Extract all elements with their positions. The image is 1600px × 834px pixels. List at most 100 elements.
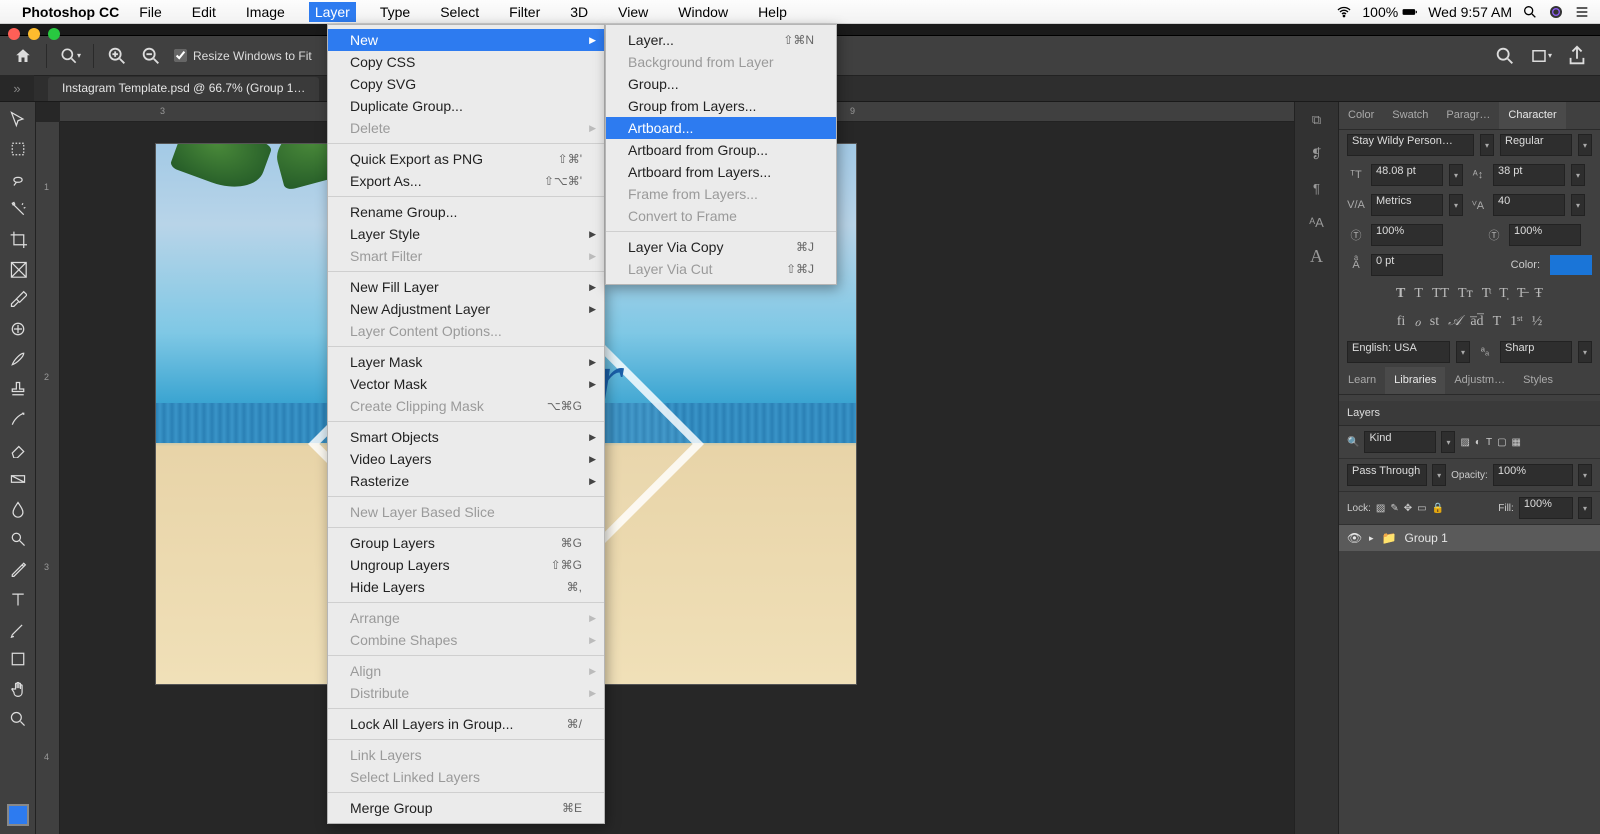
menu-item-layer-style[interactable]: Layer Style xyxy=(328,223,604,245)
menu-item-artboard-from-layers-[interactable]: Artboard from Layers... xyxy=(606,161,836,183)
zoom-tool[interactable] xyxy=(5,706,31,732)
character-panel-icon[interactable]: ᴬA xyxy=(1305,210,1329,234)
blur-tool[interactable] xyxy=(5,496,31,522)
menu-item-export-as-[interactable]: Export As...⇧⌥⌘' xyxy=(328,170,604,192)
menu-view[interactable]: View xyxy=(612,2,654,22)
search-icon[interactable] xyxy=(1494,45,1516,67)
menu-item-hide-layers[interactable]: Hide Layers⌘, xyxy=(328,576,604,598)
panel-tab-paragr…[interactable]: Paragr… xyxy=(1437,102,1499,129)
language-select[interactable]: English: USA xyxy=(1347,341,1450,363)
baseline-input[interactable]: 0 pt xyxy=(1371,254,1443,276)
menu-item-video-layers[interactable]: Video Layers xyxy=(328,448,604,470)
font-style-select[interactable]: Regular xyxy=(1500,134,1572,156)
menu-edit[interactable]: Edit xyxy=(186,2,222,22)
document-tab[interactable]: Instagram Template.psd @ 66.7% (Group 1… xyxy=(48,77,319,101)
marquee-tool[interactable] xyxy=(5,136,31,162)
shape-tool[interactable] xyxy=(5,646,31,672)
menu-3d[interactable]: 3D xyxy=(564,2,594,22)
filter-type-icon[interactable]: T xyxy=(1486,437,1492,448)
lock-all-icon[interactable]: 🔒 xyxy=(1432,503,1444,514)
menu-select[interactable]: Select xyxy=(434,2,485,22)
path-tool[interactable] xyxy=(5,616,31,642)
type-panel-icon[interactable]: A xyxy=(1305,244,1329,268)
home-icon[interactable] xyxy=(12,45,34,67)
menu-item-duplicate-group-[interactable]: Duplicate Group... xyxy=(328,95,604,117)
zoom-window[interactable] xyxy=(48,28,60,40)
panel-tab-libraries[interactable]: Libraries xyxy=(1385,367,1445,394)
antialiasing-select[interactable]: Sharp xyxy=(1500,341,1572,363)
close-window[interactable] xyxy=(8,28,20,40)
panel-tab-learn[interactable]: Learn xyxy=(1339,367,1385,394)
siri-icon[interactable] xyxy=(1548,4,1564,20)
stamp-tool[interactable] xyxy=(5,376,31,402)
text-color-swatch[interactable] xyxy=(1550,255,1592,275)
zoom-in-icon[interactable] xyxy=(106,45,128,67)
lock-pixels-icon[interactable]: ✎ xyxy=(1390,503,1398,514)
menu-item-rename-group-[interactable]: Rename Group... xyxy=(328,201,604,223)
eraser-tool[interactable] xyxy=(5,436,31,462)
share-icon[interactable] xyxy=(1566,45,1588,67)
tab-expand-icon[interactable]: » xyxy=(0,75,34,101)
gradient-tool[interactable] xyxy=(5,466,31,492)
chevron-down-icon[interactable]: ▾ xyxy=(1480,134,1494,156)
font-family-select[interactable]: Stay Wildy Person… xyxy=(1347,134,1474,156)
frame-tool[interactable] xyxy=(5,256,31,282)
menu-item-layer-mask[interactable]: Layer Mask xyxy=(328,351,604,373)
layer-filter-kind[interactable]: Kind xyxy=(1364,431,1436,453)
menu-item-vector-mask[interactable]: Vector Mask xyxy=(328,373,604,395)
wand-tool[interactable] xyxy=(5,196,31,222)
app-name[interactable]: Photoshop CC xyxy=(22,4,119,20)
spotlight-icon[interactable] xyxy=(1522,4,1538,20)
panel-tab-character[interactable]: Character xyxy=(1499,102,1565,129)
type-tool[interactable] xyxy=(5,586,31,612)
menu-item-new[interactable]: New xyxy=(328,29,604,51)
menu-type[interactable]: Type xyxy=(374,2,416,22)
move-tool[interactable] xyxy=(5,106,31,132)
patch-tool[interactable] xyxy=(5,316,31,342)
font-size-input[interactable]: 48.08 pt xyxy=(1371,164,1443,186)
color-swatch[interactable] xyxy=(5,802,31,828)
glyphs-icon[interactable]: ❡ xyxy=(1305,142,1329,166)
lock-artboard-icon[interactable]: ▭ xyxy=(1417,503,1426,514)
menu-item-artboard-[interactable]: Artboard... xyxy=(606,117,836,139)
panel-tab-adjustm…[interactable]: Adjustm… xyxy=(1445,367,1514,394)
menu-image[interactable]: Image xyxy=(240,2,291,22)
menu-item-lock-all-layers-in-group-[interactable]: Lock All Layers in Group...⌘/ xyxy=(328,713,604,735)
workspace-switcher-icon[interactable]: ▾ xyxy=(1530,45,1552,67)
panel-tab-color[interactable]: Color xyxy=(1339,102,1383,129)
clock[interactable]: Wed 9:57 AM xyxy=(1428,4,1512,20)
wifi-icon[interactable] xyxy=(1336,4,1352,20)
layer-item-group1[interactable]: 👁 ▸ 📁 Group 1 xyxy=(1339,525,1600,551)
menu-item-smart-objects[interactable]: Smart Objects xyxy=(328,426,604,448)
leading-input[interactable]: 38 pt xyxy=(1493,164,1565,186)
crop-tool[interactable] xyxy=(5,226,31,252)
menu-item-rasterize[interactable]: Rasterize xyxy=(328,470,604,492)
hscale-input[interactable]: 100% xyxy=(1509,224,1581,246)
menu-item-artboard-from-group-[interactable]: Artboard from Group... xyxy=(606,139,836,161)
filter-adj-icon[interactable]: ◐ xyxy=(1475,437,1481,448)
pen-tool[interactable] xyxy=(5,556,31,582)
menu-item-layer-[interactable]: Layer...⇧⌘N xyxy=(606,29,836,51)
vscale-input[interactable]: 100% xyxy=(1371,224,1443,246)
tracking-input[interactable]: 40 xyxy=(1493,194,1565,216)
menu-item-group-layers[interactable]: Group Layers⌘G xyxy=(328,532,604,554)
menu-item-new-adjustment-layer[interactable]: New Adjustment Layer xyxy=(328,298,604,320)
fill-input[interactable]: 100% xyxy=(1519,497,1573,519)
battery-status[interactable]: 100% xyxy=(1362,4,1418,20)
menu-item-quick-export-as-png[interactable]: Quick Export as PNG⇧⌘' xyxy=(328,148,604,170)
layers-panel-tab[interactable]: Layers xyxy=(1339,401,1600,426)
menu-help[interactable]: Help xyxy=(752,2,793,22)
menu-item-group-[interactable]: Group... xyxy=(606,73,836,95)
menu-item-copy-svg[interactable]: Copy SVG xyxy=(328,73,604,95)
lasso-tool[interactable] xyxy=(5,166,31,192)
zoom-out-icon[interactable] xyxy=(140,45,162,67)
filter-pixel-icon[interactable]: ▨ xyxy=(1460,437,1469,448)
menu-extras-icon[interactable] xyxy=(1574,4,1590,20)
menu-item-merge-group[interactable]: Merge Group⌘E xyxy=(328,797,604,819)
eyedrop-tool[interactable] xyxy=(5,286,31,312)
paragraph-icon[interactable]: ¶ xyxy=(1305,176,1329,200)
visibility-icon[interactable]: 👁 xyxy=(1347,531,1361,545)
hand-tool[interactable] xyxy=(5,676,31,702)
opacity-input[interactable]: 100% xyxy=(1493,464,1573,486)
filter-smart-icon[interactable]: ▦ xyxy=(1512,437,1521,448)
